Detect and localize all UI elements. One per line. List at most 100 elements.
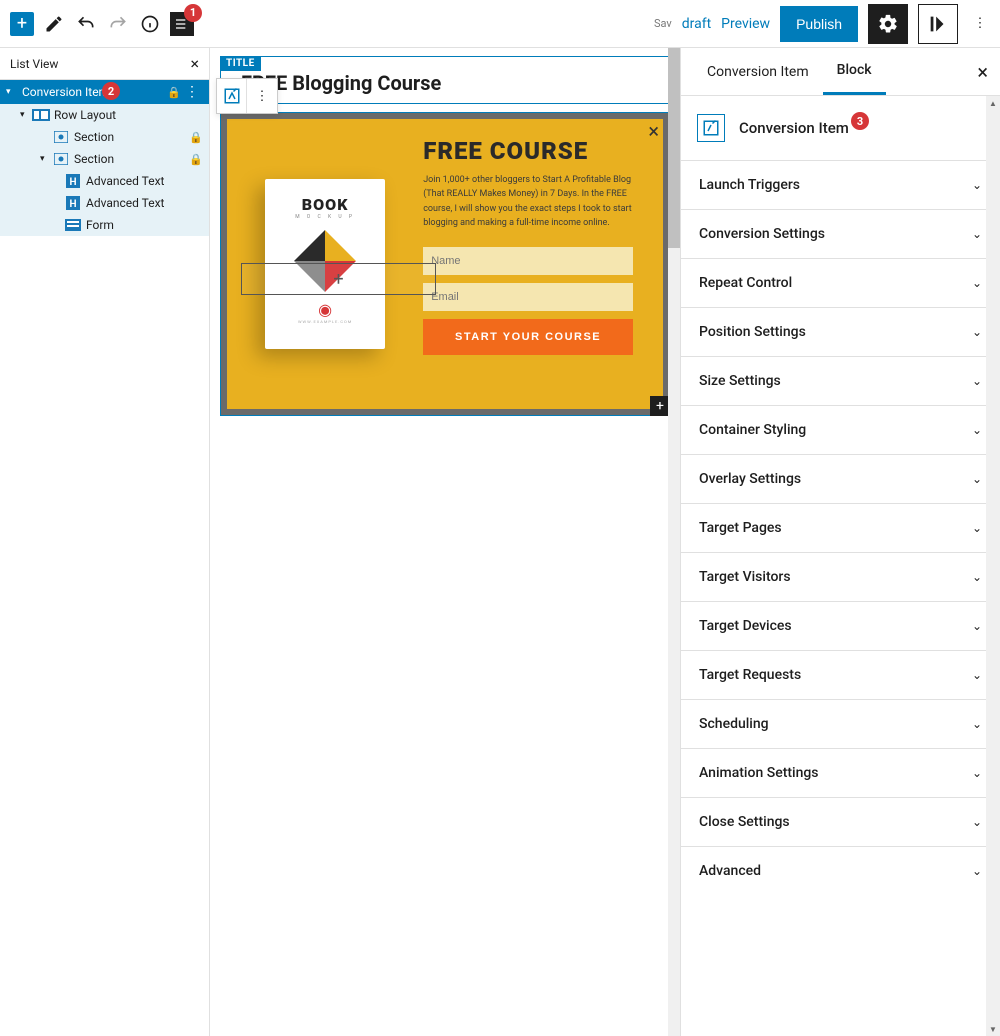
chevron-down-icon[interactable]: ▾ bbox=[20, 110, 32, 120]
tab-block[interactable]: Block bbox=[823, 48, 886, 95]
add-block-button[interactable]: + bbox=[10, 12, 34, 36]
block-more-icon[interactable]: ⋮ bbox=[247, 79, 277, 113]
listview-tree: ▾ Conversion Item 2 🔒 ⋮ ▾ Row Layout Sec… bbox=[0, 80, 209, 236]
tree-more-icon[interactable]: ⋮ bbox=[181, 84, 203, 100]
scroll-down-icon[interactable]: ▼ bbox=[986, 1022, 1000, 1036]
popup-block[interactable]: × BOOK M O C K U P ◉ WWW.EXAMPLE.COM bbox=[220, 112, 670, 416]
panel-label: Target Visitors bbox=[699, 569, 791, 585]
svg-text:H: H bbox=[69, 199, 76, 210]
toolbar-right: Sav draft Preview Publish ⋮ bbox=[654, 4, 992, 44]
panel-label: Conversion Settings bbox=[699, 226, 825, 242]
badge-1: 1 bbox=[184, 4, 202, 22]
popup-close-icon[interactable]: × bbox=[648, 119, 659, 143]
email-input[interactable] bbox=[423, 283, 633, 311]
save-draft-link[interactable]: draft bbox=[682, 16, 711, 32]
listview-close-icon[interactable]: × bbox=[190, 54, 199, 73]
panel-repeat-control[interactable]: Repeat Control⌄ bbox=[681, 258, 1000, 307]
panel-label: Advanced bbox=[699, 863, 761, 879]
book-title: BOOK bbox=[277, 195, 373, 214]
name-input[interactable] bbox=[423, 247, 633, 275]
tab-conversion-item[interactable]: Conversion Item bbox=[693, 48, 823, 95]
scroll-up-icon[interactable]: ▲ bbox=[986, 96, 1000, 110]
block-header: Conversion Item 3 bbox=[681, 96, 1000, 160]
panel-advanced[interactable]: Advanced⌄ bbox=[681, 846, 1000, 895]
section-icon bbox=[52, 130, 70, 144]
tree-item-conversion[interactable]: ▾ Conversion Item 2 🔒 ⋮ bbox=[0, 80, 209, 104]
panel-position-settings[interactable]: Position Settings ⌄ bbox=[681, 307, 1000, 356]
panel-label: Animation Settings bbox=[699, 765, 819, 781]
preview-link[interactable]: Preview bbox=[721, 16, 770, 32]
panel-overlay-settings[interactable]: Overlay Settings⌄ bbox=[681, 454, 1000, 503]
panel-target-visitors[interactable]: Target Visitors⌄ bbox=[681, 552, 1000, 601]
chevron-down-icon: ⌄ bbox=[972, 325, 982, 339]
popup-description: Join 1,000+ other bloggers to Start A Pr… bbox=[423, 173, 633, 231]
tree-item-section-1[interactable]: Section 🔒 bbox=[0, 126, 209, 148]
tree-label: Advanced Text bbox=[82, 174, 203, 188]
append-block-button[interactable]: + bbox=[650, 396, 670, 416]
chevron-down-icon: ⌄ bbox=[972, 521, 982, 535]
panel-target-pages[interactable]: Target Pages⌄ bbox=[681, 503, 1000, 552]
block-toolbar: ⋮ bbox=[216, 78, 278, 114]
title-block[interactable]: TITLE FREE Blogging Course bbox=[220, 56, 670, 104]
insert-placeholder[interactable]: + bbox=[241, 263, 436, 295]
chevron-down-icon: ⌄ bbox=[972, 423, 982, 437]
panel-animation-settings[interactable]: Animation Settings ⌄ bbox=[681, 748, 1000, 797]
panel-label: Size Settings bbox=[699, 373, 781, 389]
panel-scheduling[interactable]: Scheduling⌄ bbox=[681, 699, 1000, 748]
tree-item-row-layout[interactable]: ▾ Row Layout bbox=[0, 104, 209, 126]
sidebar-close-icon[interactable]: × bbox=[977, 60, 988, 84]
edit-icon[interactable] bbox=[42, 12, 66, 36]
panel-container-styling[interactable]: Container Styling⌄ bbox=[681, 405, 1000, 454]
tree-item-advtext-2[interactable]: H Advanced Text bbox=[0, 192, 209, 214]
heading-icon: H bbox=[64, 174, 82, 188]
lock-icon: 🔒 bbox=[189, 131, 203, 144]
more-menu-button[interactable]: ⋮ bbox=[968, 4, 992, 44]
post-title[interactable]: FREE Blogging Course bbox=[221, 57, 669, 103]
publish-button[interactable]: Publish bbox=[780, 6, 858, 42]
conversion-item-icon bbox=[697, 114, 725, 142]
scrollbar-thumb[interactable] bbox=[668, 48, 680, 248]
book-subtitle: M O C K U P bbox=[277, 214, 373, 220]
tree-item-section-2[interactable]: ▾ Section 🔒 bbox=[0, 148, 209, 170]
redo-icon[interactable] bbox=[106, 12, 130, 36]
panel-close-settings[interactable]: Close Settings⌄ bbox=[681, 797, 1000, 846]
tree-label: Section bbox=[70, 152, 189, 166]
cta-button[interactable]: START YOUR COURSE bbox=[423, 319, 633, 355]
panel-label: Close Settings bbox=[699, 814, 790, 830]
chevron-down-icon: ⌄ bbox=[972, 619, 982, 633]
block-type-icon[interactable] bbox=[217, 79, 247, 113]
chevron-down-icon[interactable]: ▾ bbox=[40, 154, 52, 164]
panel-conversion-settings[interactable]: Conversion Settings ⌄ bbox=[681, 209, 1000, 258]
book-footer: WWW.EXAMPLE.COM bbox=[277, 319, 373, 324]
settings-button[interactable] bbox=[868, 4, 908, 44]
lock-icon: 🔒 bbox=[189, 153, 203, 166]
chevron-down-icon: ⌄ bbox=[972, 472, 982, 486]
section-icon bbox=[52, 152, 70, 166]
panel-size-settings[interactable]: Size Settings ⌄ bbox=[681, 356, 1000, 405]
panel-launch-triggers[interactable]: Launch Triggers⌄ bbox=[681, 160, 1000, 209]
tree-item-form[interactable]: Form bbox=[0, 214, 209, 236]
panel-label: Target Devices bbox=[699, 618, 792, 634]
sidebar-scrollbar[interactable]: ▲ ▼ bbox=[986, 96, 1000, 1036]
tree-item-advtext-1[interactable]: H Advanced Text bbox=[0, 170, 209, 192]
editor-canvas: TITLE FREE Blogging Course ⋮ × BOOK M O … bbox=[210, 48, 680, 1036]
panel-label: Position Settings bbox=[699, 324, 806, 340]
top-toolbar: + 1 Sav draft Preview Publish ⋮ bbox=[0, 0, 1000, 48]
chevron-down-icon[interactable]: ▾ bbox=[6, 87, 18, 97]
settings-sidebar: Conversion Item Block × Conversion Item … bbox=[680, 48, 1000, 1036]
form-icon bbox=[64, 218, 82, 232]
chevron-down-icon: ⌄ bbox=[972, 227, 982, 241]
canvas-scrollbar[interactable] bbox=[668, 48, 680, 1036]
listview-toggle-button[interactable]: 1 bbox=[170, 12, 194, 36]
chevron-down-icon: ⌄ bbox=[972, 374, 982, 388]
chevron-down-icon: ⌄ bbox=[972, 766, 982, 780]
panel-label: Launch Triggers bbox=[699, 177, 800, 193]
kadence-button[interactable] bbox=[918, 4, 958, 44]
undo-icon[interactable] bbox=[74, 12, 98, 36]
svg-text:H: H bbox=[69, 177, 76, 188]
listview-panel: List View × ▾ Conversion Item 2 🔒 ⋮ ▾ Ro… bbox=[0, 48, 210, 1036]
info-icon[interactable] bbox=[138, 12, 162, 36]
tree-label: Conversion Item bbox=[18, 85, 167, 99]
panel-target-requests[interactable]: Target Requests⌄ bbox=[681, 650, 1000, 699]
panel-target-devices[interactable]: Target Devices ⌄ bbox=[681, 601, 1000, 650]
